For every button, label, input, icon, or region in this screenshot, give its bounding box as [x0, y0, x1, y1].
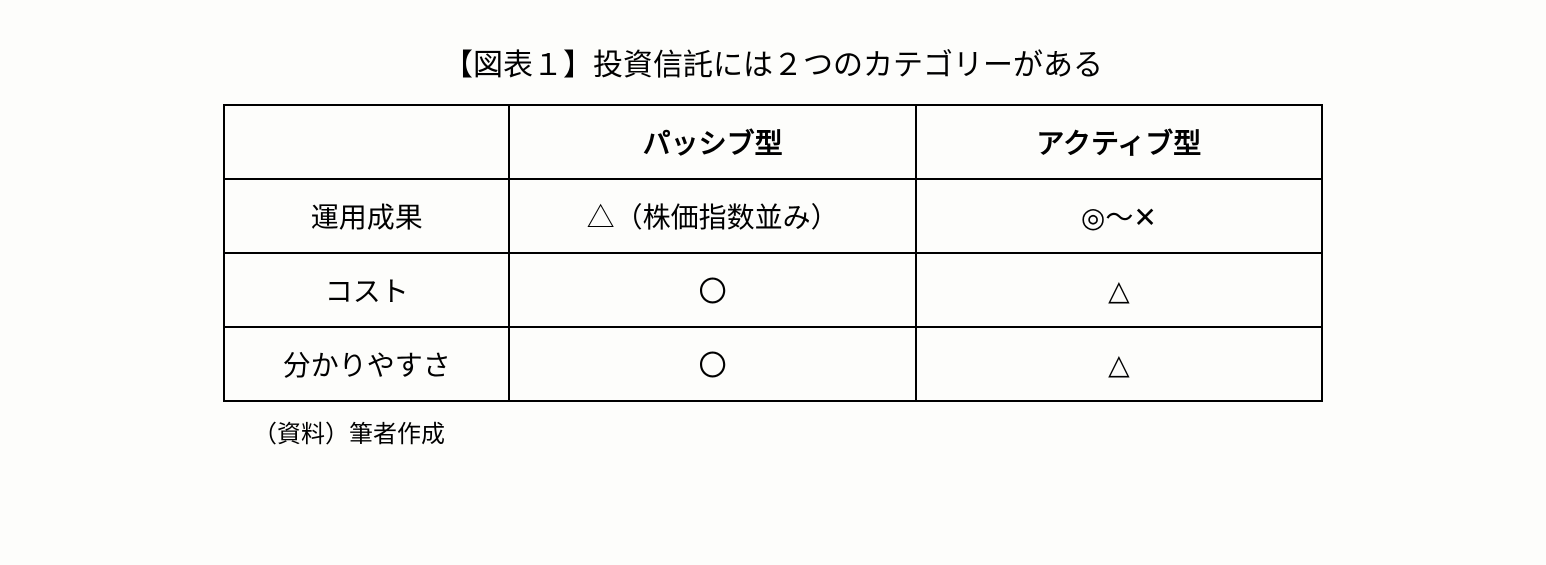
- cell-cost-active: △: [916, 253, 1322, 327]
- header-active: アクティブ型: [916, 105, 1322, 179]
- cell-performance-passive: △（株価指数並み）: [509, 179, 915, 253]
- figure-container: 【図表１】投資信託には２つのカテゴリーがある パッシブ型 アクティブ型 運用成果…: [223, 40, 1323, 449]
- table-row: 分かりやすさ 〇 △: [224, 327, 1322, 401]
- cell-clarity-active: △: [916, 327, 1322, 401]
- figure-title: 【図表１】投資信託には２つのカテゴリーがある: [223, 40, 1323, 84]
- table-row: 運用成果 △（株価指数並み） ◎～✕: [224, 179, 1322, 253]
- table-row: コスト 〇 △: [224, 253, 1322, 327]
- row-label-performance: 運用成果: [224, 179, 509, 253]
- cell-cost-passive: 〇: [509, 253, 915, 327]
- table-header-row: パッシブ型 アクティブ型: [224, 105, 1322, 179]
- header-blank: [224, 105, 509, 179]
- cell-performance-active: ◎～✕: [916, 179, 1322, 253]
- header-passive: パッシブ型: [509, 105, 915, 179]
- row-label-cost: コスト: [224, 253, 509, 327]
- comparison-table: パッシブ型 アクティブ型 運用成果 △（株価指数並み） ◎～✕ コスト 〇 △ …: [223, 104, 1323, 402]
- row-label-clarity: 分かりやすさ: [224, 327, 509, 401]
- source-note: （資料）筆者作成: [223, 414, 1323, 449]
- cell-clarity-passive: 〇: [509, 327, 915, 401]
